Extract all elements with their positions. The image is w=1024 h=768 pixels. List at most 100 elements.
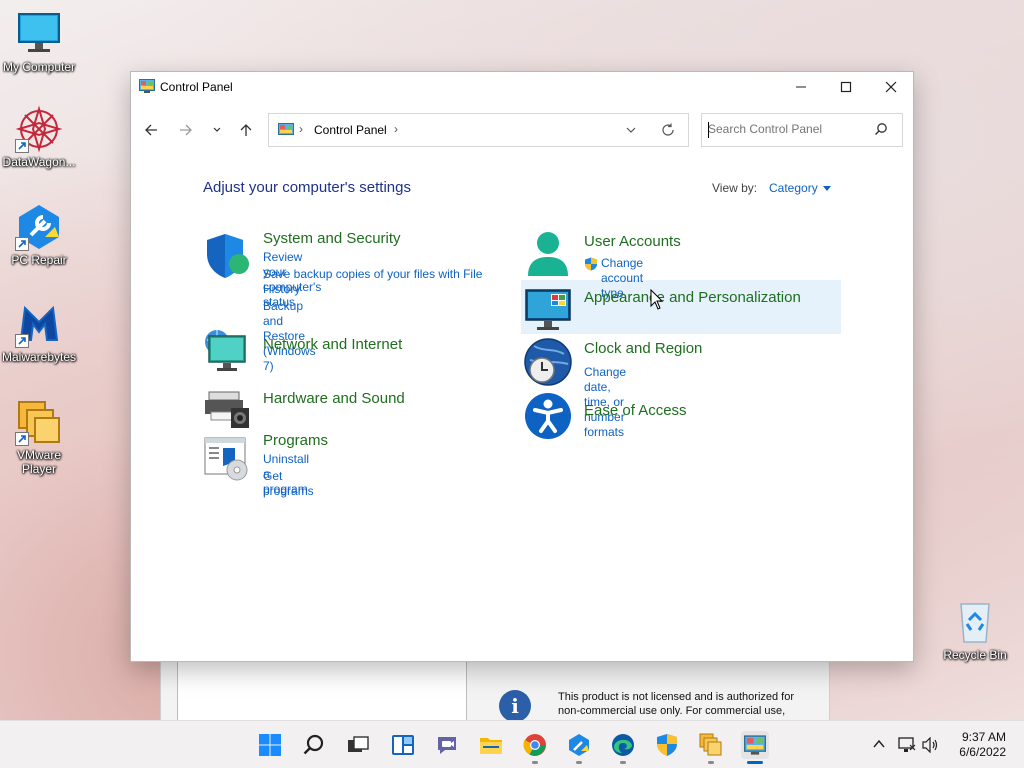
view-by-value: Category (769, 181, 818, 195)
security-button[interactable] (653, 731, 681, 759)
programs-icon[interactable] (203, 434, 251, 482)
minimize-icon (796, 86, 806, 88)
link-file-history[interactable]: Save backup copies of your files with Fi… (263, 267, 493, 297)
network-tray-button[interactable] (898, 737, 916, 756)
recent-locations-button[interactable] (205, 118, 229, 142)
category-title[interactable]: Appearance and Personalization (584, 289, 801, 306)
search-icon[interactable] (874, 122, 888, 136)
control-panel-icon (744, 735, 766, 755)
accessibility-icon[interactable] (524, 392, 572, 440)
maximize-button[interactable] (823, 72, 869, 102)
search-box[interactable] (701, 113, 903, 147)
running-indicator (620, 761, 626, 764)
chevron-right-icon[interactable]: › (394, 122, 398, 136)
minimize-button[interactable] (778, 72, 824, 102)
desktop-icon-pc-repair[interactable]: PC Repair (0, 203, 78, 267)
up-button[interactable] (234, 118, 258, 142)
recycle-bin-icon (951, 598, 999, 646)
shortcut-arrow-icon (15, 334, 29, 348)
network-icon (898, 737, 916, 752)
clock-globe-icon[interactable] (524, 338, 572, 386)
mouse-cursor-icon (650, 289, 664, 310)
speaker-icon (922, 736, 938, 754)
search-input[interactable] (708, 122, 868, 136)
address-dropdown-button[interactable] (625, 124, 637, 139)
shortcut-arrow-icon (15, 139, 29, 153)
chrome-icon (523, 734, 546, 756)
address-bar[interactable]: › Control Panel › (268, 113, 689, 147)
refresh-button[interactable] (661, 123, 675, 140)
pc-repair-icon (569, 734, 589, 756)
chevron-down-icon (626, 127, 636, 133)
desktop-icon-recycle-bin[interactable]: Recycle Bin (936, 598, 1014, 662)
desktop-icon-malwarebytes[interactable]: Malwarebytes (0, 300, 78, 364)
control-panel-icon (139, 79, 155, 93)
folder-icon (480, 738, 502, 754)
category-title[interactable]: System and Security (263, 230, 401, 247)
control-panel-icon (278, 123, 294, 135)
desktop-icon-datawagon[interactable]: DataWagon... (0, 105, 78, 169)
arrow-right-icon (180, 124, 192, 136)
search-icon (303, 734, 324, 755)
network-globe-icon[interactable] (203, 326, 251, 374)
edge-icon (612, 734, 634, 756)
category-title[interactable]: User Accounts (584, 233, 681, 250)
category-title[interactable]: Ease of Access (584, 402, 687, 419)
forward-button[interactable] (174, 118, 198, 142)
background-window-pane (177, 662, 467, 722)
malwarebytes-icon (15, 300, 63, 348)
link-get-programs[interactable]: Get programs (263, 469, 314, 499)
desktop-icon-label: PC Repair (11, 253, 67, 267)
monitor-personalize-icon[interactable] (524, 286, 572, 334)
taskbar-search-button[interactable] (300, 731, 328, 759)
vmware-icon (699, 733, 722, 756)
desktop-icon-vmware-player[interactable]: VMware Player (0, 398, 78, 476)
title-bar[interactable]: Control Panel (131, 72, 913, 102)
text-caret (708, 122, 709, 138)
datawagon-icon (15, 105, 63, 153)
background-window[interactable]: i This product is not licensed and is au… (160, 661, 830, 722)
task-view-button[interactable] (344, 731, 372, 759)
shield-icon[interactable] (203, 232, 251, 280)
printer-icon[interactable] (203, 382, 251, 430)
running-indicator (708, 761, 714, 764)
show-hidden-icons-button[interactable] (872, 737, 886, 754)
vmware-taskbar-button[interactable] (697, 731, 725, 759)
file-explorer-button[interactable] (477, 731, 505, 759)
uac-shield-icon (585, 257, 597, 271)
edge-button[interactable] (609, 731, 637, 759)
start-button[interactable] (256, 731, 284, 759)
volume-tray-button[interactable] (922, 736, 940, 756)
widgets-button[interactable] (389, 731, 417, 759)
category-title[interactable]: Network and Internet (263, 336, 402, 353)
category-title[interactable]: Hardware and Sound (263, 390, 405, 407)
category-title[interactable]: Programs (263, 432, 328, 449)
breadcrumb-control-panel[interactable]: Control Panel (314, 123, 387, 137)
clock-time: 9:37 AM (961, 730, 1006, 744)
category-title[interactable]: Clock and Region (584, 340, 702, 357)
arrow-up-icon (240, 124, 252, 136)
pc-repair-taskbar-button[interactable] (565, 731, 593, 759)
chevron-right-icon[interactable]: › (299, 122, 303, 136)
desktop-icon-my-computer[interactable]: My Computer (0, 10, 78, 74)
close-button[interactable] (868, 72, 914, 102)
active-indicator (747, 761, 763, 764)
chrome-button[interactable] (521, 731, 549, 759)
taskbar-clock[interactable]: 9:37 AM 6/6/2022 (959, 730, 1006, 760)
maximize-icon (840, 81, 852, 93)
control-panel-taskbar-button[interactable] (741, 731, 769, 759)
arrow-left-icon (145, 124, 157, 136)
teams-chat-button[interactable] (433, 731, 461, 759)
running-indicator (532, 761, 538, 764)
widgets-icon (392, 735, 414, 755)
view-by-dropdown[interactable]: Category (769, 181, 831, 195)
desktop-icon-label: Malwarebytes (1, 350, 77, 364)
user-icon[interactable] (524, 230, 572, 278)
clock-date: 6/6/2022 (959, 745, 1006, 759)
license-notice: This product is not licensed and is auth… (558, 691, 795, 717)
back-button[interactable] (139, 118, 163, 142)
refresh-icon (662, 123, 674, 136)
chevron-down-icon (213, 127, 221, 132)
view-by-label: View by: (712, 181, 758, 195)
control-panel-window: Control Panel › Control Panel › Search C… (130, 71, 914, 662)
